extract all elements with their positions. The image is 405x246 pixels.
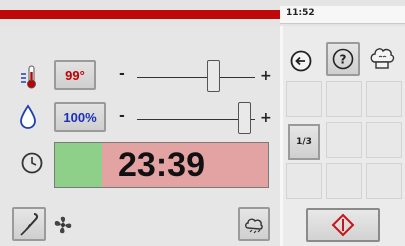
program-slot[interactable] xyxy=(366,163,402,199)
humidity-slider-thumb[interactable] xyxy=(238,102,251,134)
core-probe-button[interactable] xyxy=(12,207,46,241)
help-icon: ? xyxy=(332,48,354,70)
water-drop-icon xyxy=(19,104,37,130)
start-stop-icon xyxy=(331,213,355,237)
clock-icon xyxy=(20,151,44,175)
help-button[interactable]: ? xyxy=(326,42,360,76)
humidity-plus[interactable]: + xyxy=(260,110,272,126)
timer-time: 23:39 xyxy=(118,145,205,184)
program-slot[interactable] xyxy=(326,163,362,199)
steam-icon xyxy=(245,218,263,234)
humidity-value-button[interactable]: 100% xyxy=(54,102,106,132)
program-slot[interactable] xyxy=(326,122,362,158)
temperature-value: 99° xyxy=(65,67,85,83)
timer-display[interactable]: 23:39 xyxy=(54,142,269,188)
start-stop-button[interactable] xyxy=(306,208,380,242)
core-probe-icon xyxy=(20,213,39,236)
temperature-plus[interactable]: + xyxy=(260,68,272,84)
humidity-minus[interactable]: - xyxy=(119,108,125,124)
program-slot[interactable] xyxy=(286,163,322,199)
back-arrow-icon[interactable] xyxy=(290,50,312,72)
program-slot[interactable] xyxy=(366,122,402,158)
humidity-value: 100% xyxy=(63,109,97,125)
page-indicator-button[interactable]: 1/3 xyxy=(288,124,320,160)
svg-text:?: ? xyxy=(340,53,347,67)
clock-time: 11:52 xyxy=(286,8,315,18)
header-red-stripe xyxy=(0,10,280,19)
chef-hat-icon[interactable] xyxy=(368,44,396,74)
temperature-value-button[interactable]: 99° xyxy=(54,60,96,90)
program-slot[interactable] xyxy=(366,81,402,117)
program-slot[interactable] xyxy=(286,81,322,117)
thermometer-icon xyxy=(18,64,42,90)
header-bar xyxy=(0,0,280,26)
page-indicator: 1/3 xyxy=(296,137,312,147)
program-slot[interactable] xyxy=(326,81,362,117)
temperature-slider-track[interactable] xyxy=(137,77,255,78)
clock-strip: 11:52 xyxy=(280,6,405,24)
steam-button[interactable] xyxy=(238,207,270,241)
temperature-minus[interactable]: - xyxy=(119,66,125,82)
temperature-slider-thumb[interactable] xyxy=(207,60,220,92)
fan-icon[interactable] xyxy=(52,214,74,236)
